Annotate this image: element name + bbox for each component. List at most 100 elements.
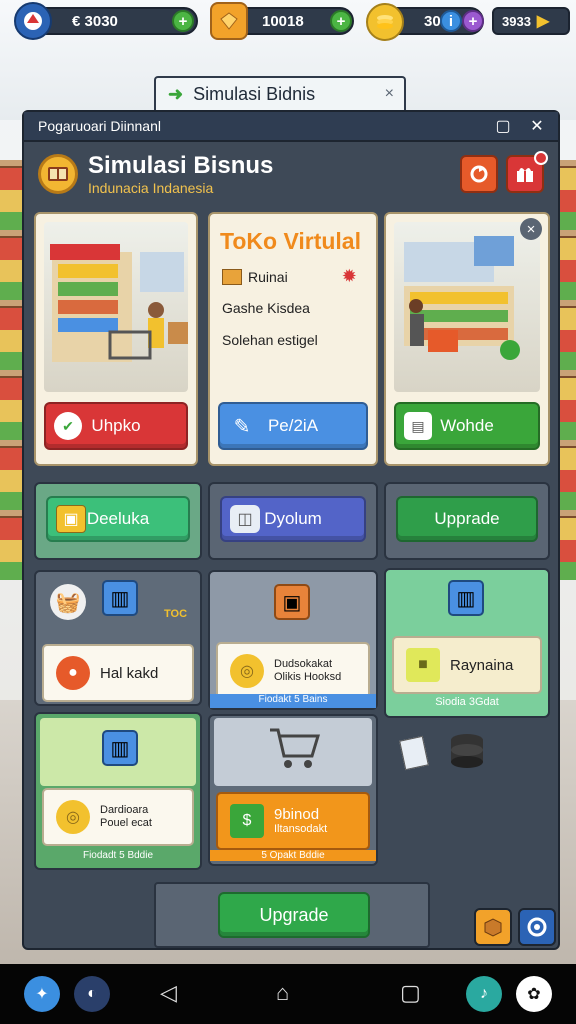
tile-e-item[interactable]: $ 9binod Iltansodakt <box>216 792 370 850</box>
tile-b-line-1: Dudsokakat <box>274 658 333 670</box>
package-icon: ▣ <box>274 584 310 620</box>
receipt-icon <box>399 735 429 771</box>
tile-b-line-2: Olikis Hooksd <box>274 671 342 683</box>
app-shortcut-icon-3[interactable]: ♪ <box>466 976 502 1012</box>
vending-machine-icon: ▥ <box>448 580 484 616</box>
deeluka-label: Deeluka <box>86 509 150 528</box>
book-logo-icon <box>38 154 78 194</box>
tile-d-caption: Fiodadt 5 Bddie <box>82 850 154 861</box>
grid-tile-b[interactable]: ▣ ◎ Dudsokakat Olikis Hooksd Fiodakt 5 B… <box>208 570 378 710</box>
gold-coins-icon <box>366 3 404 41</box>
card-1-button[interactable]: ✔ Uhpko <box>44 402 188 450</box>
tile-e-caption: 5 Opakt Bddie <box>210 850 376 861</box>
recents-button[interactable]: ▢ <box>400 980 421 1006</box>
card-3-button[interactable]: ▤ Wohde <box>394 402 540 450</box>
cooler-icon: ▥ <box>102 730 138 766</box>
checkmark-icon: ✔ <box>54 412 82 440</box>
card-2-title: ToKo Virtulal <box>220 228 361 254</box>
tile-c-item[interactable]: ■ Raynaina <box>392 636 542 694</box>
play-icon[interactable]: ▶ <box>537 11 549 31</box>
system-navigation-bar: ✦ ◐ ◁ ⌂ ▢ ♪ ✿ <box>0 964 576 1024</box>
tile-b-item[interactable]: ◎ Dudsokakat Olikis Hooksd <box>216 642 370 700</box>
upprade-button[interactable]: Upprade <box>396 496 538 542</box>
database-icon <box>448 732 486 770</box>
upprade-label: Upprade <box>434 509 500 528</box>
maximize-button[interactable]: ▢ <box>492 116 514 136</box>
box-icon: ▣ <box>56 505 86 533</box>
shop-interior-illustration <box>394 222 540 392</box>
orange-icon: ● <box>56 656 90 690</box>
main-window: Pogaruoari Diinnanl ▢ ✕ Simulasi Bisnus … <box>22 110 560 950</box>
gem-icon <box>210 2 248 40</box>
app-shortcut-icon-1[interactable]: ✦ <box>24 976 60 1012</box>
tile-d-item[interactable]: ◎ Dardioara Pouel ecat <box>42 788 194 846</box>
settings-button[interactable] <box>518 908 556 946</box>
add-gems-button[interactable]: + <box>330 10 352 32</box>
card-2-button-label: Pe/2iA <box>267 416 319 435</box>
grid-tile-d[interactable]: ▥ ◎ Dardioara Pouel ecat Fiodadt 5 Bddie <box>34 712 202 870</box>
page-title: Simulasi Bisnus <box>88 152 274 179</box>
document-icon: ▤ <box>404 412 432 440</box>
shopping-cart-icon <box>270 728 320 768</box>
tab-close-icon[interactable]: × <box>385 85 394 103</box>
upgrade-button[interactable]: Upgrade <box>218 892 370 938</box>
basket-icon: 🧺 <box>50 584 86 620</box>
store-card-2[interactable]: ToKo Virtulal Ruinai ✹ Gashe Kisdea Sole… <box>208 212 378 466</box>
coins-stack-icon: ◎ <box>56 800 90 834</box>
card-2-line-1-text: Ruinai <box>248 268 288 285</box>
window-header: Simulasi Bisnus Indunacia Indanesia <box>38 150 548 198</box>
tile-d-line-2: Pouel ecat <box>100 817 152 829</box>
bug-icon: ✹ <box>341 266 357 286</box>
card-1-button-label: Uhpko <box>91 416 141 435</box>
dyolum-label: Dyolum <box>264 509 322 528</box>
row2-tile-2: ◫ Dyolum <box>208 482 378 560</box>
card-2-button[interactable]: ✎ Pe/2iA <box>218 402 368 450</box>
tile-e-line-1: 9binod <box>274 806 320 823</box>
window-close-button[interactable]: ✕ <box>526 116 548 136</box>
page-subtitle: Indunacia Indanesia <box>88 180 214 196</box>
tile-a-item[interactable]: ● Hal kakd <box>42 644 194 702</box>
card-2-line-3: Solehan estigel <box>222 332 318 348</box>
tile-b-caption: Fiodakt 5 Bains <box>210 694 376 708</box>
tile-d-header: ▥ <box>40 718 196 786</box>
card-3-button-label: Wohde <box>440 416 494 435</box>
info-button[interactable]: i <box>440 10 462 32</box>
jar-icon: ◫ <box>230 505 260 533</box>
arrow-right-icon: ➜ <box>168 83 184 104</box>
dyolum-button[interactable]: ◫ Dyolum <box>220 496 366 542</box>
store-scene-illustration <box>44 222 188 392</box>
window-titlebar: Pogaruoari Diinnanl ▢ ✕ <box>24 112 558 142</box>
home-button[interactable]: ⌂ <box>276 980 289 1006</box>
card-3-close-icon[interactable]: × <box>520 218 542 240</box>
app-shortcut-icon-2[interactable]: ◐ <box>74 976 110 1012</box>
tile-e-header <box>214 718 372 786</box>
refresh-button[interactable] <box>460 155 498 193</box>
gear-icon <box>527 917 547 937</box>
card-2-line-1: Ruinai ✹ <box>222 266 357 287</box>
store-card-3[interactable]: × ▤ Wohde <box>384 212 550 466</box>
machine-icon: ▥ <box>102 580 138 616</box>
crate-button[interactable] <box>474 908 512 946</box>
store-card-1[interactable]: ✔ Uhpko <box>34 212 198 466</box>
top-hud: € 3030 + 10018 + 30 i + 3933 ▶ <box>0 0 576 44</box>
bottom-panel: Upgrade <box>154 882 430 948</box>
app-shortcut-icon-4[interactable]: ✿ <box>516 976 552 1012</box>
tile-e-line-2: Iltansodakt <box>274 823 328 835</box>
card-2-line-2: Gashe Kisdea <box>222 300 310 316</box>
window-title: Pogaruoari Diinnanl <box>38 118 161 134</box>
add-coins-button[interactable]: + <box>172 10 194 32</box>
gift-button[interactable] <box>506 151 548 193</box>
pencil-icon: ✎ <box>233 415 251 438</box>
tile-a-item-text: Hal kakd <box>100 664 159 682</box>
avatar-icon[interactable] <box>14 2 52 40</box>
row2-tile-3: Upprade <box>384 482 550 560</box>
add-gold-button[interactable]: + <box>462 10 484 32</box>
grid-tile-a[interactable]: 🧺 ▥ TOC ● Hal kakd <box>34 570 202 706</box>
deeluka-button[interactable]: ▣ Deeluka <box>46 496 190 542</box>
upgrade-label: Upgrade <box>259 904 329 925</box>
tab-simulasi[interactable]: ➜ Simulasi Bidnis × <box>154 76 406 110</box>
cube-icon: ■ <box>406 648 440 682</box>
grid-tile-c[interactable]: ▥ ■ Raynaina Siodia 3Gdat <box>384 568 550 718</box>
back-button[interactable]: ◁ <box>160 980 177 1006</box>
grid-tile-e[interactable]: $ 9binod Iltansodakt 5 Opakt Bddie <box>208 714 378 866</box>
